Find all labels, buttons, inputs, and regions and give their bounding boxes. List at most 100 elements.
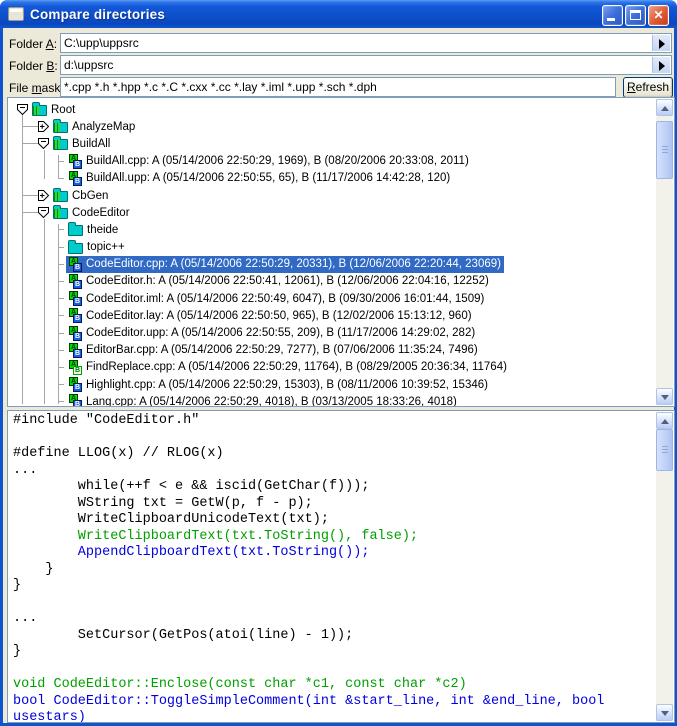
expand-plus-icon[interactable] (38, 121, 49, 132)
code-line: ... (13, 611, 656, 628)
tree-item[interactable]: ABLang.cpp: A (05/14/2006 22:50:29, 4018… (66, 393, 460, 407)
tree-item[interactable]: ABHighlight.cpp: A (05/14/2006 22:50:29,… (66, 376, 491, 393)
tree-item[interactable]: BuildAll (51, 136, 113, 151)
tree-row[interactable]: CbGen (8, 187, 656, 204)
tree-row[interactable]: ABBuildAll.cpp: A (05/14/2006 22:50:29, … (8, 153, 656, 170)
collapse-minus-icon[interactable] (17, 104, 28, 115)
folder-a-drop-button[interactable] (652, 35, 670, 51)
tree-item[interactable]: AnalyzeMap (51, 119, 138, 134)
code-line: void CodeEditor::Enclose(const char *c1,… (13, 677, 656, 694)
tree-item[interactable]: CodeEditor (51, 205, 133, 220)
file-b-badge: B (73, 332, 82, 341)
file-ab-compare-icon: AB (68, 377, 82, 392)
code-line (13, 595, 656, 612)
tree-row[interactable]: ABCodeEditor.lay: A (05/14/2006 22:50:50… (8, 307, 656, 324)
scroll-up-button[interactable] (656, 412, 673, 429)
down-arrow-icon (661, 395, 669, 400)
file-b-badge: B (73, 400, 82, 407)
expand-plus-icon[interactable] (38, 190, 49, 201)
tree-row[interactable]: ABCodeEditor.h: A (05/14/2006 22:50:41, … (8, 273, 656, 290)
close-button[interactable]: ✕ (648, 5, 669, 26)
tree-item[interactable]: AB EditorBar.cpp: A (05/14/2006 22:50:29,… (66, 342, 481, 359)
file-b-badge: B (73, 280, 82, 289)
tree-scrollbar[interactable] (656, 99, 673, 405)
scroll-down-button[interactable] (656, 704, 673, 721)
tree-item[interactable]: ABBuildAll.cpp: A (05/14/2006 22:50:29, … (66, 153, 472, 170)
code-scroll-thumb[interactable] (656, 429, 673, 471)
code-line: ... (13, 463, 656, 480)
tree-connector-line (58, 161, 64, 162)
down-arrow-icon (661, 711, 669, 716)
maximize-icon (630, 10, 641, 20)
tree-item[interactable]: ABCodeEditor.lay: A (05/14/2006 22:50:50… (66, 307, 475, 324)
tree-row[interactable]: AB BuildAll.upp: A (05/14/2006 22:50:55, … (8, 170, 656, 187)
tree-row[interactable]: Root (8, 101, 656, 118)
tree-connector-line (58, 178, 64, 179)
tree-row[interactable]: ABFindReplace.cpp: A (05/14/2006 22:50:2… (8, 359, 656, 376)
file-ab-compare-icon: AB (68, 360, 82, 375)
file-ab-compare-icon: AB (68, 154, 82, 169)
folder-b-field[interactable]: d:\uppsrc (60, 55, 672, 75)
tree-item-selected[interactable]: ABCodeEditor.cpp: A (05/14/2006 22:50:29… (66, 256, 504, 273)
scroll-down-button[interactable] (656, 388, 673, 405)
tree-row[interactable]: ABCodeEditor.cpp: A (05/14/2006 22:50:29… (8, 256, 656, 273)
minimize-button[interactable] (602, 5, 623, 26)
folder-a-label: Folder A: (9, 37, 57, 51)
tree-row[interactable]: topic++ (8, 239, 656, 256)
file-mask-label: File mask: (9, 81, 64, 95)
tree-item[interactable]: Root (30, 102, 78, 117)
tree-scroll-thumb[interactable] (656, 121, 673, 179)
code-scrollbar[interactable] (656, 412, 673, 721)
folder-diff-icon (53, 139, 68, 150)
directory-tree: Root AnalyzeMap BuildAll ABBuildAll.cpp: A … (8, 101, 656, 407)
tree-item[interactable]: ABCodeEditor.iml: A (05/14/2006 22:50:49… (66, 290, 487, 307)
tree-item[interactable]: ABCodeEditor.h: A (05/14/2006 22:50:41, … (66, 273, 492, 290)
tree-pane[interactable]: Root AnalyzeMap BuildAll ABBuildAll.cpp: A … (7, 97, 675, 407)
right-arrow-icon (659, 39, 665, 49)
tree-row[interactable]: AnalyzeMap (8, 118, 656, 135)
file-b-badge: B (73, 349, 82, 358)
tree-item-label: AnalyzeMap (72, 121, 135, 133)
tree-item-label: CodeEditor.lay: A (05/14/2006 22:50:50, … (86, 310, 472, 322)
code-line: } (13, 562, 656, 579)
tree-row[interactable]: theide (8, 221, 656, 238)
tree-row[interactable]: BuildAll (8, 135, 656, 152)
tree-connector-line (58, 229, 64, 230)
tree-item-label: BuildAll.upp: A (05/14/2006 22:50:55, 65… (86, 172, 450, 184)
collapse-minus-icon[interactable] (38, 207, 49, 218)
file-mask-field[interactable]: *.cpp *.h *.hpp *.c *.C *.cxx *.cc *.lay… (60, 77, 616, 97)
tree-item[interactable]: theide (66, 222, 121, 237)
titlebar[interactable]: Compare directories ✕ (0, 0, 677, 28)
code-line: } (13, 644, 656, 661)
tree-row[interactable]: AB EditorBar.cpp: A (05/14/2006 22:50:29,… (8, 342, 656, 359)
tree-item-label: CodeEditor.h: A (05/14/2006 22:50:41, 12… (86, 275, 489, 287)
tree-row[interactable]: ABCodeEditor.iml: A (05/14/2006 22:50:49… (8, 290, 656, 307)
maximize-button[interactable] (625, 5, 646, 26)
file-ab-compare-icon: AB (68, 171, 82, 186)
tree-item[interactable]: AB BuildAll.upp: A (05/14/2006 22:50:55, … (66, 170, 453, 187)
tree-item[interactable]: ABCodeEditor.upp: A (05/14/2006 22:50:55… (66, 325, 478, 342)
file-ab-compare-icon: AB (68, 343, 82, 358)
file-b-badge: B (73, 314, 82, 323)
scroll-up-button[interactable] (656, 99, 673, 116)
file-mask-value: *.cpp *.h *.hpp *.c *.C *.cxx *.cc *.lay… (64, 80, 377, 94)
tree-item-label: EditorBar.cpp: A (05/14/2006 22:50:29, 7… (86, 344, 478, 356)
tree-row[interactable]: ABHighlight.cpp: A (05/14/2006 22:50:29,… (8, 376, 656, 393)
code-line: WriteClipboardUnicodeText(txt); (13, 512, 656, 529)
file-b-badge: B (73, 160, 82, 169)
tree-row[interactable]: ABCodeEditor.upp: A (05/14/2006 22:50:55… (8, 324, 656, 341)
code-line: } (13, 578, 656, 595)
tree-item[interactable]: ABFindReplace.cpp: A (05/14/2006 22:50:2… (66, 359, 510, 376)
app-window-icon (8, 7, 24, 21)
tree-item[interactable]: topic++ (66, 240, 128, 255)
tree-connector-line (58, 298, 64, 299)
tree-item[interactable]: CbGen (51, 188, 111, 203)
folder-diff-icon (53, 122, 68, 133)
code-diff-pane[interactable]: #include "CodeEditor.h"#define LLOG(x) /… (7, 410, 675, 723)
collapse-minus-icon[interactable] (38, 138, 49, 149)
folder-b-drop-button[interactable] (652, 57, 670, 73)
refresh-button[interactable]: Refresh (623, 77, 673, 98)
tree-row[interactable]: CodeEditor (8, 204, 656, 221)
tree-row[interactable]: ABLang.cpp: A (05/14/2006 22:50:29, 4018… (8, 393, 656, 407)
folder-a-field[interactable]: C:\upp\uppsrc (60, 33, 672, 53)
